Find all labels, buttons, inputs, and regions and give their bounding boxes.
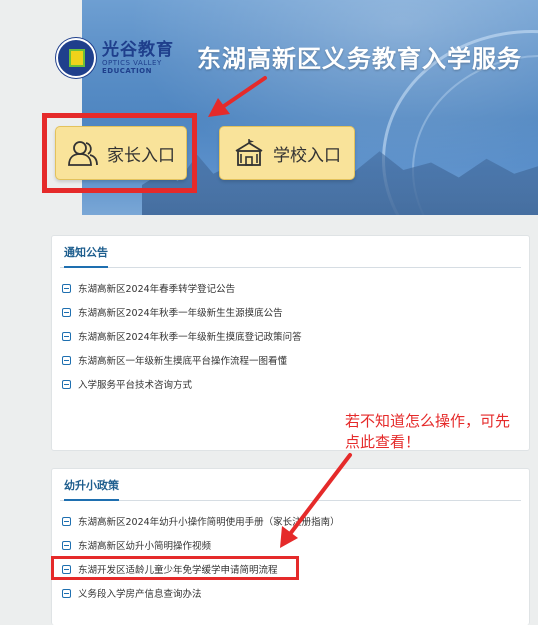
policy-item-label[interactable]: 义务段入学房产信息查询办法 [78,586,202,600]
school-entry-button[interactable]: 学校入口 [219,126,355,180]
minus-box-icon [62,355,71,365]
policy-item-label[interactable]: 东湖高新区2024年幼升小操作简明使用手册（家长注册指南） [78,514,340,528]
list-item[interactable]: 义务段入学房产信息查询办法 [62,581,529,605]
policy-panel-header: 幼升小政策 [60,469,521,501]
notice-panel-header: 通知公告 [60,236,521,268]
annotation-text: 若不知道怎么操作，可先 点此查看！ [345,411,535,453]
minus-box-icon [62,331,71,341]
logo-mark-icon [56,38,96,78]
logo-en-2: EDUCATION [102,67,152,75]
minus-box-icon [62,516,71,526]
parent-entry-highlight [42,113,197,193]
list-item[interactable]: 东湖高新区2024年秋季一年级新生生源摸底公告 [62,300,529,324]
minus-box-icon [62,588,71,598]
list-item[interactable]: 东湖高新区一年级新生摸底平台操作流程一图看懂 [62,348,529,372]
list-item[interactable]: 东湖高新区2024年春季转学登记公告 [62,276,529,300]
annotation-line-1: 若不知道怎么操作，可先 [345,412,511,430]
notice-item-label[interactable]: 东湖高新区2024年春季转学登记公告 [78,281,235,295]
list-item[interactable]: 入学服务平台技术咨询方式 [62,372,529,396]
site-logo[interactable]: 光谷教育 OPTICS VALLEY EDUCATION [56,38,174,78]
logo-en-1: OPTICS VALLEY [102,59,162,67]
policy-panel: 幼升小政策 东湖高新区2024年幼升小操作简明使用手册（家长注册指南） 东湖高新… [51,468,530,625]
annotation-line-2: 点此查看！ [345,433,421,451]
minus-box-icon [62,283,71,293]
notice-item-label[interactable]: 东湖高新区2024年秋季一年级新生生源摸底公告 [78,305,283,319]
minus-box-icon [62,379,71,389]
policy-item-highlight [51,556,299,580]
policy-item-label[interactable]: 东湖高新区幼升小简明操作视频 [78,538,211,552]
school-entry-label: 学校入口 [273,145,341,166]
minus-box-icon [62,307,71,317]
logo-text: 光谷教育 OPTICS VALLEY EDUCATION [102,41,174,75]
list-item[interactable]: 东湖高新区2024年秋季一年级新生摸底登记政策问答 [62,324,529,348]
notice-item-label[interactable]: 东湖高新区一年级新生摸底平台操作流程一图看懂 [78,353,287,367]
minus-box-icon [62,540,71,550]
notice-item-label[interactable]: 入学服务平台技术咨询方式 [78,377,192,391]
list-item[interactable]: 东湖高新区2024年幼升小操作简明使用手册（家长注册指南） [62,509,529,533]
policy-heading[interactable]: 幼升小政策 [64,477,119,501]
school-building-icon [235,139,263,166]
notice-list: 东湖高新区2024年春季转学登记公告 东湖高新区2024年秋季一年级新生生源摸底… [62,276,529,396]
notice-item-label[interactable]: 东湖高新区2024年秋季一年级新生摸底登记政策问答 [78,329,302,343]
notice-heading[interactable]: 通知公告 [64,244,108,268]
list-item[interactable]: 东湖高新区幼升小简明操作视频 [62,533,529,557]
logo-cn: 光谷教育 [102,40,174,60]
page-title: 东湖高新区义务教育入学服务 [197,45,522,73]
